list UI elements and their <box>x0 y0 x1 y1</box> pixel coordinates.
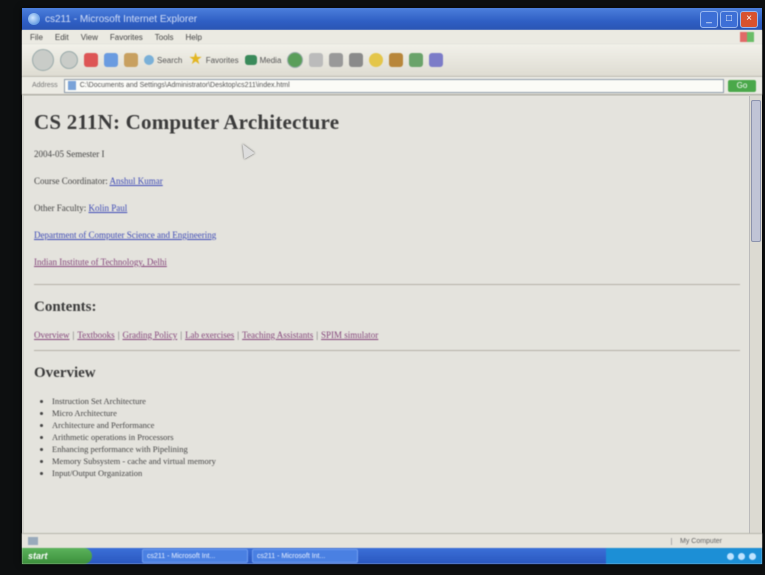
mail-icon[interactable] <box>309 53 324 67</box>
menu-file[interactable]: File <box>30 33 43 42</box>
print-icon[interactable] <box>329 53 344 67</box>
addon-icon[interactable] <box>409 53 424 67</box>
dept-line: Department of Computer Science and Engin… <box>34 230 750 240</box>
address-bar: Address C:\Documents and Settings\Admini… <box>22 77 762 95</box>
stop-icon[interactable] <box>84 53 98 67</box>
taskbar-item[interactable]: cs211 - Microsoft Int... <box>142 549 248 563</box>
overview-heading: Overview <box>34 365 96 381</box>
list-item: Arithmetic operations in Processors <box>52 432 750 442</box>
search-button[interactable]: Search <box>144 55 182 65</box>
contents-link-grading[interactable]: Grading Policy <box>123 330 178 340</box>
minimize-button[interactable]: _ <box>700 10 718 28</box>
back-button[interactable] <box>32 49 54 71</box>
addon2-icon[interactable] <box>429 53 444 67</box>
ie-icon <box>28 13 40 25</box>
status-bar: My Computer <box>22 533 762 548</box>
contents-link-overview[interactable]: Overview <box>34 330 70 340</box>
favorites-star-icon: ★ <box>188 51 203 68</box>
close-button[interactable]: × <box>740 10 758 28</box>
media-icon <box>244 55 257 65</box>
institute-line: Indian Institute of Technology, Delhi <box>34 257 750 267</box>
status-page-icon <box>28 537 38 545</box>
refresh-icon[interactable] <box>104 53 118 67</box>
history-icon[interactable] <box>287 52 304 68</box>
contents-link-spim[interactable]: SPIM simulator <box>321 330 378 340</box>
faculty-line: Other Faculty: Kolin Paul <box>34 203 128 213</box>
favorites-button[interactable]: ★ Favorites <box>188 51 238 68</box>
coordinator-link[interactable]: Anshul Kumar <box>110 176 163 186</box>
address-input[interactable]: C:\Documents and Settings\Administrator\… <box>63 78 724 93</box>
menu-tools[interactable]: Tools <box>155 33 174 42</box>
coordinator-line: Course Coordinator: Anshul Kumar <box>34 176 163 186</box>
messenger-icon[interactable] <box>369 53 384 67</box>
address-url: C:\Documents and Settings\Administrator\… <box>79 82 290 89</box>
page-viewport: CS 211N: Computer Architecture 2004-05 S… <box>24 96 750 534</box>
go-button[interactable]: Go <box>728 79 756 92</box>
edit-icon[interactable] <box>349 53 364 67</box>
list-item: Micro Architecture <box>52 408 750 418</box>
page-icon <box>67 81 76 90</box>
divider <box>34 350 740 351</box>
menu-help[interactable]: Help <box>185 33 201 42</box>
tray-icon[interactable] <box>749 552 756 560</box>
list-item: Memory Subsystem - cache and virtual mem… <box>52 456 750 466</box>
system-tray <box>606 548 762 564</box>
home-icon[interactable] <box>124 53 138 67</box>
address-label: Address <box>32 82 58 89</box>
list-item: Architecture and Performance <box>52 420 750 430</box>
contents-links: Overview | Textbooks | Grading Policy | Lab ex… <box>34 330 379 340</box>
maximize-button[interactable]: □ <box>720 10 738 28</box>
forward-button[interactable] <box>60 51 78 69</box>
toolbar: Search ★ Favorites Media <box>22 44 762 77</box>
contents-heading: Contents: <box>34 299 97 315</box>
contents-link-textbooks[interactable]: Textbooks <box>77 330 114 340</box>
list-item: Enhancing performance with Pipelining <box>52 444 750 454</box>
contents-link-tas[interactable]: Teaching Assistants <box>242 330 313 340</box>
browser-window: cs211 - Microsoft Internet Explorer _ □ … <box>22 8 762 564</box>
taskbar-item[interactable]: cs211 - Microsoft Int... <box>252 549 358 563</box>
scrollbar-thumb[interactable] <box>751 100 761 242</box>
faculty-link[interactable]: Kolin Paul <box>89 203 128 213</box>
window-title: cs211 - Microsoft Internet Explorer <box>45 13 198 25</box>
title-bar: cs211 - Microsoft Internet Explorer _ □ … <box>22 8 762 30</box>
overview-list: Instruction Set Architecture Micro Archi… <box>34 396 750 478</box>
semester-text: 2004-05 Semester I <box>34 149 105 159</box>
windows-logo-icon <box>740 32 754 42</box>
taskbar: start cs211 - Microsoft Int... cs211 - M… <box>22 548 762 564</box>
menu-favorites[interactable]: Favorites <box>110 33 143 42</box>
tray-icon[interactable] <box>727 552 734 560</box>
media-button[interactable]: Media <box>244 55 281 65</box>
research-icon[interactable] <box>389 53 404 67</box>
contents-link-lab[interactable]: Lab exercises <box>185 330 234 340</box>
security-zone: My Computer <box>670 537 722 545</box>
menu-edit[interactable]: Edit <box>55 33 69 42</box>
department-link[interactable]: Department of Computer Science and Engin… <box>34 230 216 240</box>
institute-link[interactable]: Indian Institute of Technology, Delhi <box>34 257 167 267</box>
start-button[interactable]: start <box>22 548 92 564</box>
tray-icon[interactable] <box>738 552 745 560</box>
list-item: Instruction Set Architecture <box>52 396 750 406</box>
divider <box>34 284 740 285</box>
vertical-scrollbar[interactable] <box>749 96 762 534</box>
menu-view[interactable]: View <box>81 33 98 42</box>
search-icon <box>144 55 154 65</box>
list-item: Input/Output Organization <box>52 468 750 478</box>
menu-bar: File Edit View Favorites Tools Help <box>22 30 762 44</box>
page-title: CS 211N: Computer Architecture <box>34 110 340 134</box>
